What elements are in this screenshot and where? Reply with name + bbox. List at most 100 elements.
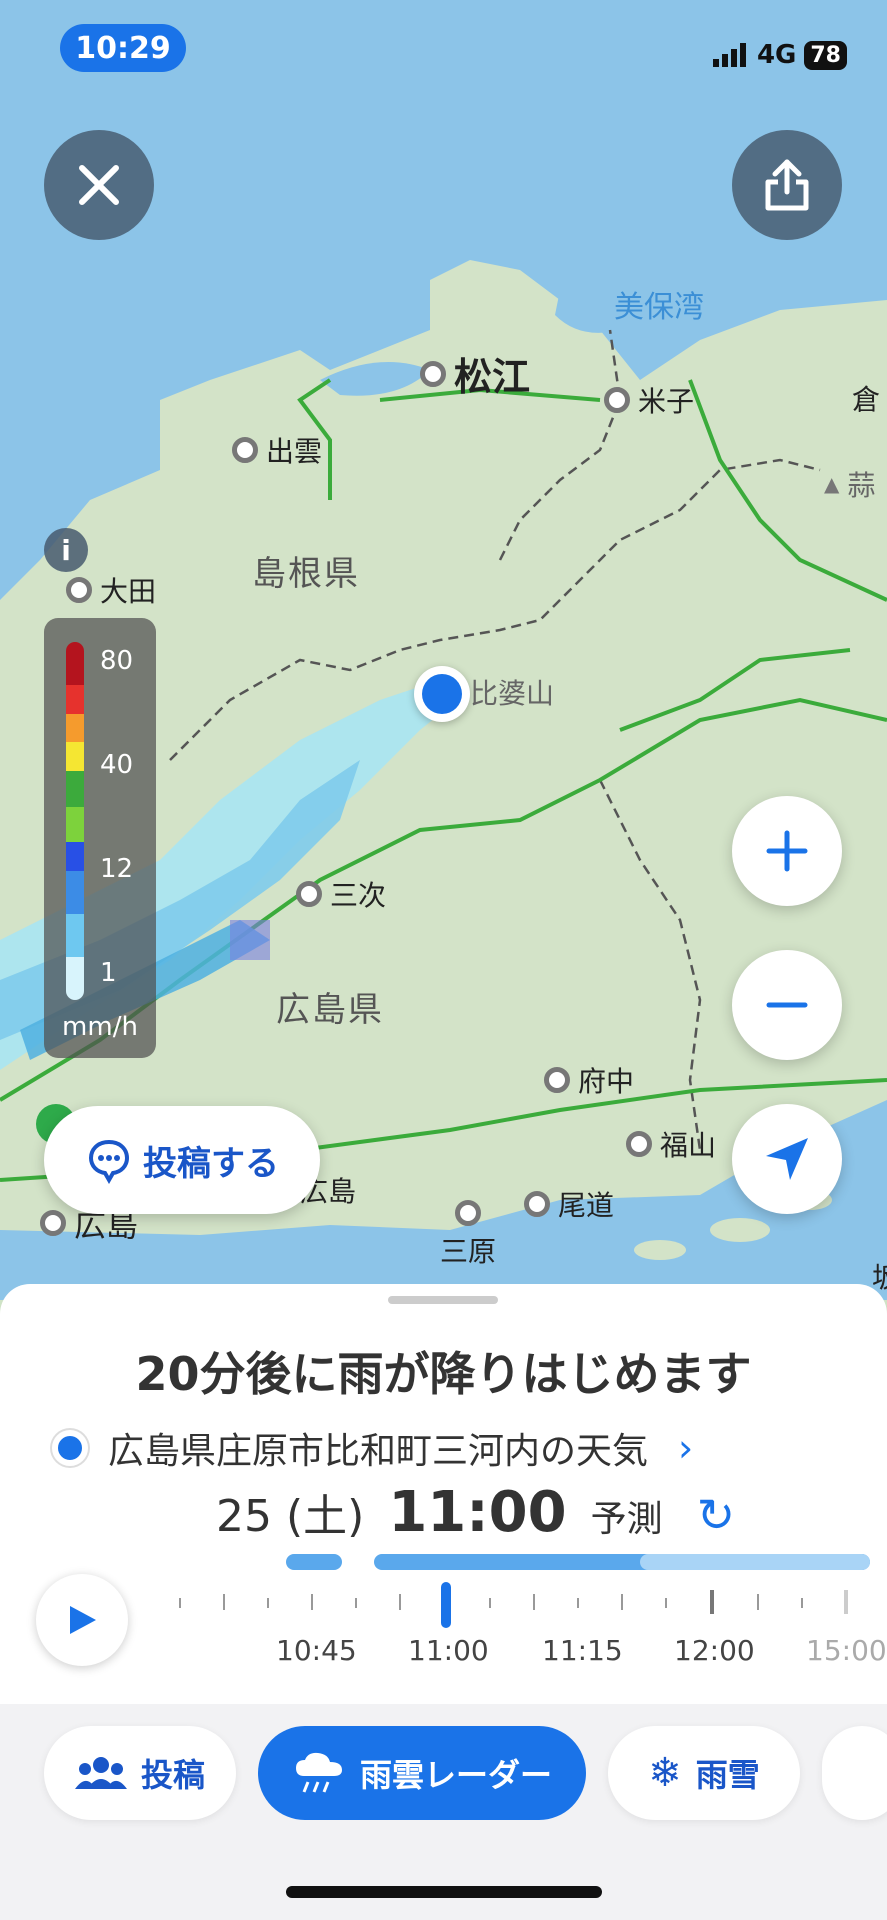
date-label: 25 (土): [216, 1491, 365, 1542]
network-type: 4G: [756, 40, 797, 70]
place-oda[interactable]: 大田: [66, 570, 156, 610]
sheet-handle[interactable]: [388, 1296, 498, 1304]
refresh-icon[interactable]: ↻: [697, 1488, 736, 1542]
place-label: 松江: [454, 355, 531, 399]
tick-label: 11:15: [542, 1634, 623, 1667]
chevron-right-icon: ›: [678, 1426, 694, 1470]
place-kura[interactable]: 倉: [852, 378, 880, 418]
rain-cloud-icon: [295, 1752, 342, 1793]
place-yonago[interactable]: 米子: [604, 380, 694, 420]
share-icon: [765, 159, 809, 211]
place-label: 蒜: [847, 469, 876, 502]
tab-label: 投稿: [140, 1756, 205, 1794]
place-label: 大田: [100, 575, 157, 608]
home-indicator: [286, 1886, 602, 1898]
tab-rain-snow[interactable]: ❄ 雨雪: [608, 1726, 800, 1820]
post-button-label: 投稿する: [143, 1143, 279, 1184]
legend-label: 80: [100, 646, 134, 676]
timeline-cursor[interactable]: [441, 1582, 451, 1628]
tick-label: 10:45: [276, 1634, 357, 1667]
legend-label: 1: [100, 958, 117, 988]
snow-rain-icon: ❄: [648, 1750, 682, 1796]
place-mihara[interactable]: 三原: [440, 1200, 496, 1270]
location-link[interactable]: 広島県庄原市比和町三河内の天気 ›: [52, 1422, 693, 1474]
tab-post[interactable]: 投稿: [44, 1726, 236, 1820]
place-dot: [420, 360, 446, 387]
pref-hiroshima: 広島県: [276, 990, 384, 1030]
signal-icon: [712, 43, 746, 67]
legend-label: 40: [100, 750, 134, 780]
rain-legend: 80 40 12 1 mm/h: [44, 618, 156, 1058]
place-dot: [626, 1131, 652, 1157]
close-icon: [79, 165, 119, 205]
place-label: 三原: [440, 1235, 497, 1268]
legend-color-bar: [66, 642, 84, 1000]
tab-next-partial[interactable]: [822, 1726, 887, 1820]
location-dot-icon: [52, 1430, 88, 1466]
place-label: 米子: [638, 385, 695, 418]
current-location-marker[interactable]: [414, 666, 470, 722]
pref-shimane: 島根県: [252, 554, 360, 594]
plus-icon: [766, 830, 808, 872]
time-label: 11:00: [388, 1480, 567, 1545]
place-dot: [604, 387, 630, 413]
place-onomichi[interactable]: 尾道: [524, 1184, 614, 1224]
share-button[interactable]: [732, 130, 842, 240]
place-label: 府中: [578, 1065, 635, 1098]
place-label: 比婆山: [470, 677, 555, 710]
place-label: 倉: [852, 383, 881, 416]
zoom-in-button[interactable]: [732, 796, 842, 906]
status-indicators: 4G 78: [712, 40, 847, 70]
place-miyoshi[interactable]: 三次: [296, 874, 386, 914]
place-dot: [66, 577, 92, 603]
tab-label: 雨雲レーダー: [359, 1756, 552, 1794]
place-dot: [232, 437, 258, 463]
tick-label: 11:00: [408, 1634, 489, 1667]
tab-label: 雨雪: [695, 1756, 760, 1794]
place-fukuyama[interactable]: 福山: [626, 1124, 716, 1164]
place-label: 尾道: [558, 1189, 615, 1222]
post-button[interactable]: 投稿する: [44, 1106, 320, 1214]
status-bar: 10:29 4G 78: [0, 0, 887, 100]
legend-label: 12: [100, 854, 134, 884]
info-icon: i: [61, 533, 71, 567]
forecast-sheet: 20分後に雨が降りはじめます 広島県庄原市比和町三河内の天気 › 25 (土) …: [0, 1284, 887, 1704]
place-label: 三次: [330, 879, 387, 912]
mountain-icon: ▲: [824, 472, 840, 496]
datetime-row: 25 (土) 11:00 予測 ↻: [216, 1480, 735, 1545]
tick-label: 15:00: [806, 1634, 887, 1667]
location-name: 広島県庄原市比和町三河内の天気: [108, 1431, 649, 1472]
forecast-label: 予測: [590, 1499, 663, 1540]
legend-unit: mm/h: [62, 1012, 138, 1042]
bay-label: 美保湾: [614, 290, 704, 325]
zoom-out-button[interactable]: [732, 950, 842, 1060]
place-matsue[interactable]: 松江: [420, 346, 530, 401]
place-izumo[interactable]: 出雲: [232, 430, 322, 470]
place-dot: [455, 1200, 481, 1226]
current-location-button[interactable]: [732, 1104, 842, 1214]
place-hiru[interactable]: ▲ 蒜: [824, 464, 875, 504]
place-label: 出雲: [266, 435, 323, 468]
info-button[interactable]: i: [44, 528, 88, 572]
minus-icon: [766, 1002, 808, 1008]
people-icon: [74, 1757, 127, 1789]
navigation-arrow-icon: [766, 1138, 808, 1180]
place-fuchu[interactable]: 府中: [544, 1060, 634, 1100]
bottom-tab-bar: 投稿 雨雲レーダー ❄ 雨雪: [0, 1704, 887, 1920]
post-bubble-icon: [88, 1139, 130, 1184]
play-button[interactable]: [36, 1574, 128, 1666]
tick-label: 12:00: [674, 1634, 755, 1667]
battery-icon: 78: [804, 40, 847, 70]
close-button[interactable]: [44, 130, 154, 240]
place-dot: [544, 1067, 570, 1093]
status-time: 10:29: [60, 24, 186, 72]
play-icon: [70, 1606, 96, 1634]
tab-rain-radar[interactable]: 雨雲レーダー: [258, 1726, 586, 1820]
place-label: 福山: [660, 1129, 717, 1162]
rain-forecast-headline: 20分後に雨が降りはじめます: [135, 1347, 752, 1401]
place-dot: [524, 1191, 550, 1217]
place-hibayama[interactable]: 比婆山: [470, 672, 554, 712]
place-dot: [296, 881, 322, 907]
place-dot: [40, 1210, 66, 1236]
timeline-scale[interactable]: [0, 1552, 887, 1692]
